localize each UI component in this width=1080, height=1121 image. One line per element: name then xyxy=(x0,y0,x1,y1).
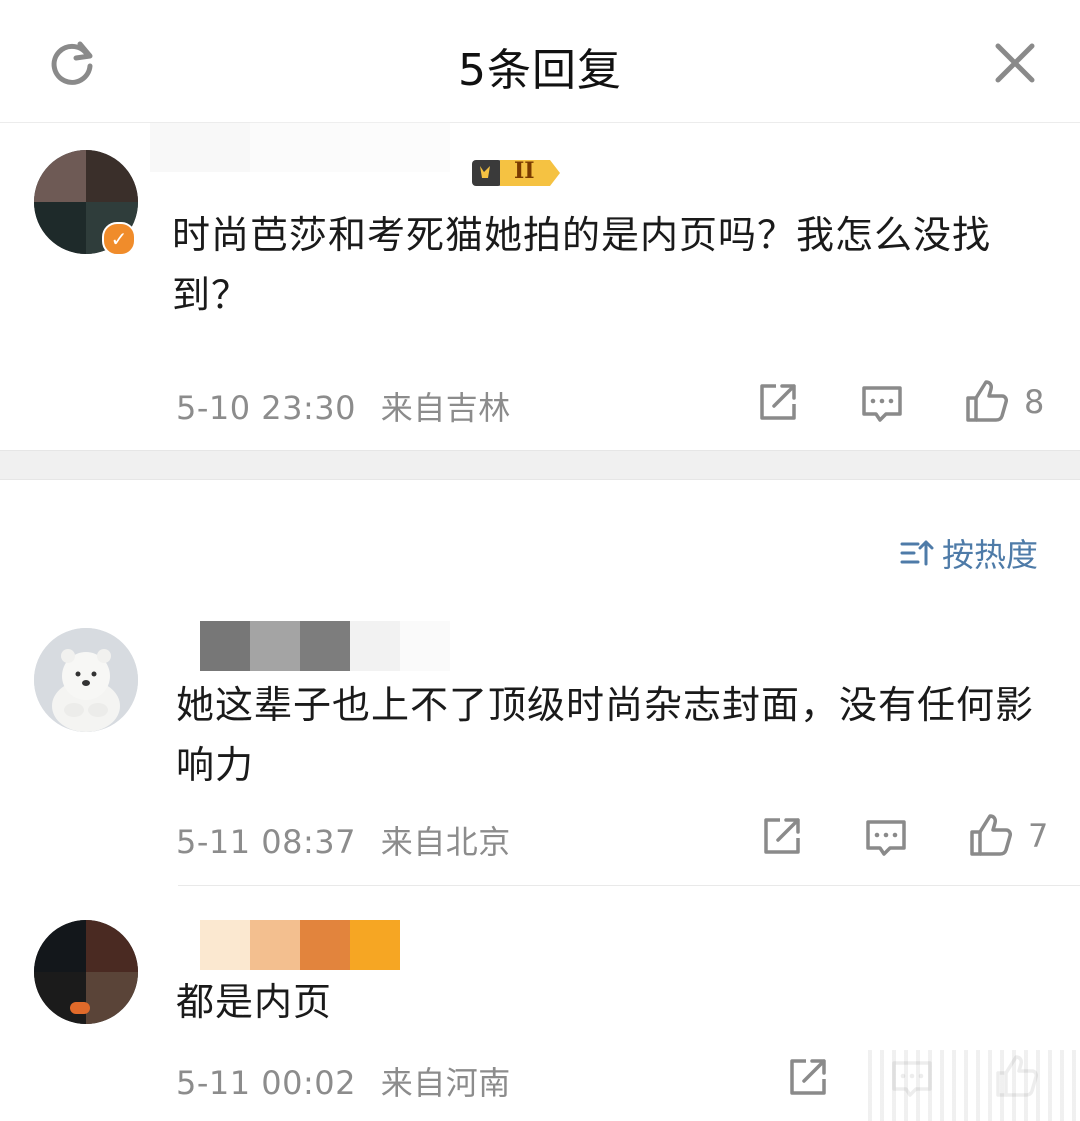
polar-bear-avatar-icon xyxy=(34,628,138,732)
username-blurred[interactable] xyxy=(200,621,450,671)
close-icon xyxy=(995,43,1035,83)
close-button[interactable] xyxy=(990,38,1040,88)
sort-button[interactable]: 按热度 xyxy=(900,530,1038,576)
avatar[interactable] xyxy=(34,920,138,1024)
comment-icon xyxy=(862,386,902,422)
sheet-header: 5条回复 xyxy=(0,0,1080,123)
comment-meta: 5-10 23:30 来自吉林 xyxy=(176,383,511,429)
avatar[interactable] xyxy=(34,628,138,732)
comment-button[interactable] xyxy=(860,382,904,426)
reply-sheet: 5条回复 ✓ II 时尚芭莎和考死猫她拍的是内页吗？我怎么没找到？ 5-10 2… xyxy=(0,0,1080,1121)
watermark-overlay xyxy=(860,1050,1080,1121)
level-badge: II xyxy=(470,156,562,190)
level-badge-label: II xyxy=(514,158,535,184)
like-button[interactable] xyxy=(968,812,1012,856)
reply-time: 5-11 00:02 xyxy=(176,1064,357,1102)
reply-location: 来自河南 xyxy=(380,1064,511,1102)
share-button[interactable] xyxy=(760,814,804,858)
sort-icon xyxy=(900,540,934,566)
reply-meta: 5-11 00:02 来自河南 xyxy=(176,1058,511,1104)
comment-text: 时尚芭莎和考死猫她拍的是内页吗？我怎么没找到？ xyxy=(172,213,992,317)
reply-meta: 5-11 08:37 来自北京 xyxy=(176,817,511,863)
like-count: 7 xyxy=(1028,817,1049,855)
thumbs-up-icon xyxy=(970,814,1012,856)
reply-text: 都是内页 xyxy=(176,980,333,1024)
reply-text: 她这辈子也上不了顶级时尚杂志封面，没有任何影响力 xyxy=(176,683,1035,787)
share-icon xyxy=(790,1059,826,1095)
share-button[interactable] xyxy=(756,380,800,424)
username-blurred[interactable] xyxy=(150,122,450,172)
verified-badge-icon: ✓ xyxy=(102,222,136,256)
share-button[interactable] xyxy=(786,1055,830,1099)
username-blurred[interactable] xyxy=(200,920,400,970)
comment-time: 5-10 23:30 xyxy=(176,389,357,427)
section-separator xyxy=(0,450,1080,480)
sheet-title: 5条回复 xyxy=(458,45,622,96)
sort-label: 按热度 xyxy=(941,536,1038,574)
share-icon xyxy=(764,818,800,854)
like-button[interactable] xyxy=(964,378,1008,422)
like-count: 8 xyxy=(1024,383,1045,421)
reply-divider xyxy=(178,885,1080,886)
reply-location: 来自北京 xyxy=(380,823,511,861)
comment-location: 来自吉林 xyxy=(380,389,511,427)
comment-button[interactable] xyxy=(864,816,908,860)
comment-icon xyxy=(866,820,906,856)
thumbs-up-icon xyxy=(966,380,1008,422)
reply-time: 5-11 08:37 xyxy=(176,823,357,861)
share-icon xyxy=(760,384,796,420)
